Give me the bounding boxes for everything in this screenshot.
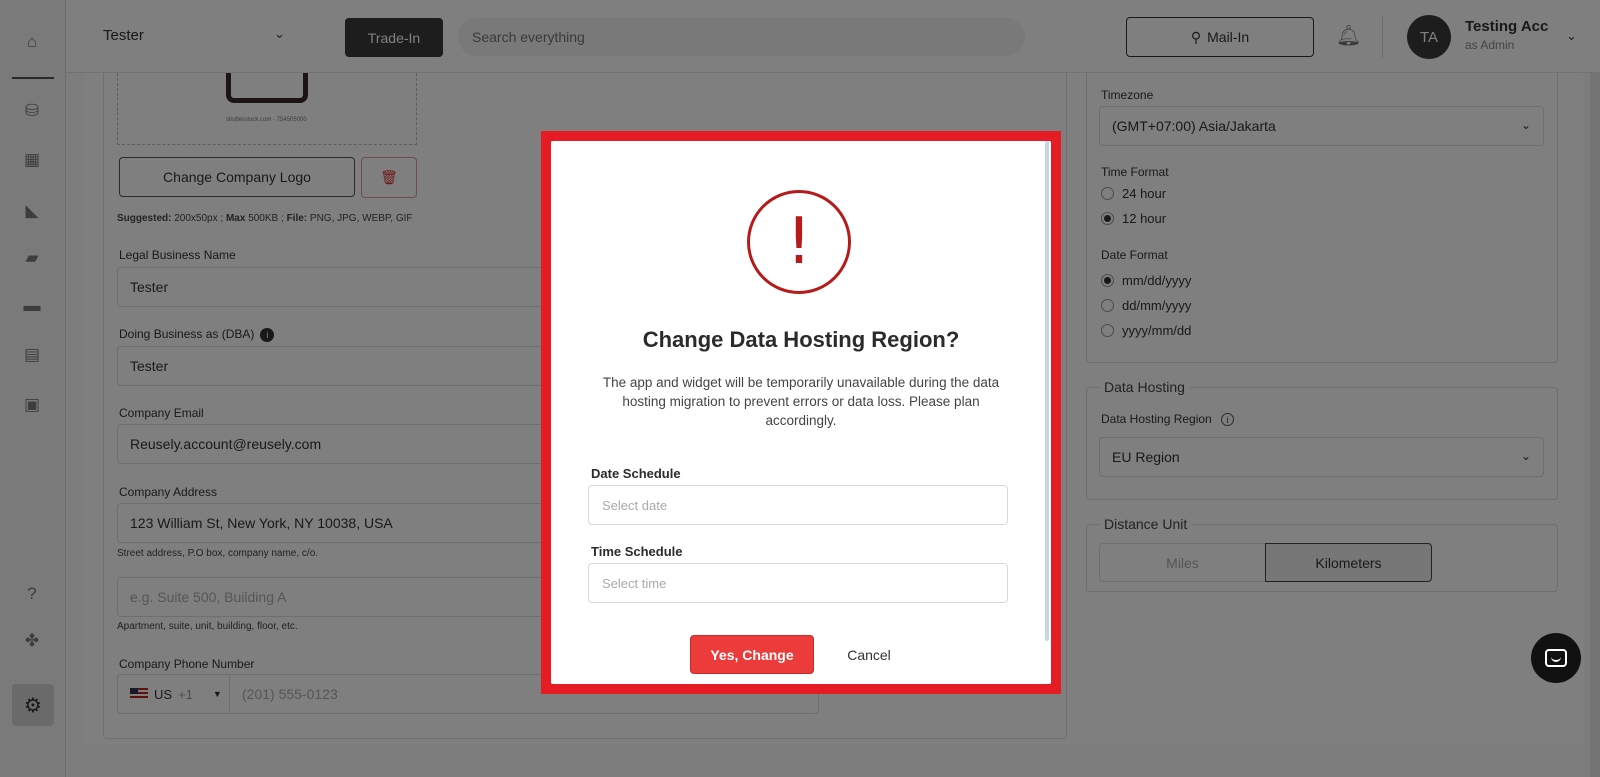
date-schedule-label: Date Schedule — [591, 466, 681, 481]
chat-launcher-button[interactable] — [1531, 633, 1581, 683]
modal-title: Change Data Hosting Region? — [642, 327, 960, 352]
modal-scrollbar[interactable] — [1045, 141, 1049, 641]
date-schedule-input[interactable]: Select date — [588, 485, 1008, 525]
chat-icon — [1545, 649, 1567, 667]
exclamation-icon: ! — [747, 190, 851, 294]
time-schedule-label: Time Schedule — [591, 544, 683, 559]
change-hosting-modal: ! Change Data Hosting Region? The app an… — [551, 141, 1051, 684]
time-schedule-input[interactable]: Select time — [588, 563, 1008, 603]
confirm-change-button[interactable]: Yes, Change — [690, 635, 814, 674]
cancel-button[interactable]: Cancel — [836, 635, 902, 674]
modal-description: The app and widget will be temporarily u… — [602, 375, 1000, 428]
